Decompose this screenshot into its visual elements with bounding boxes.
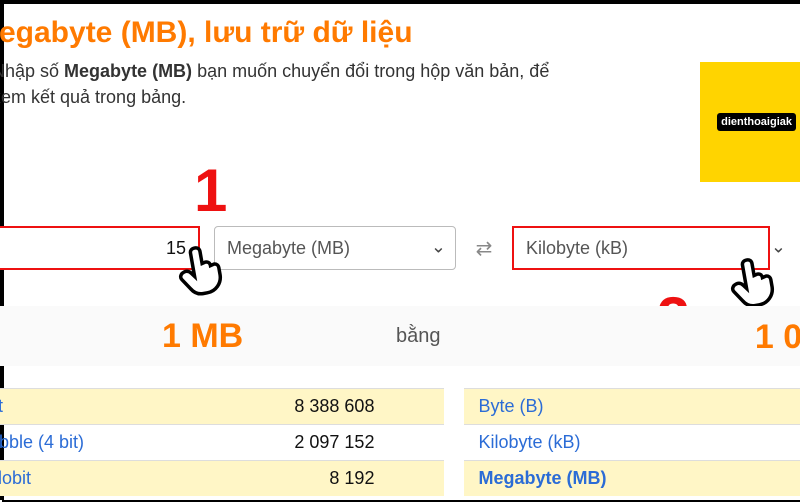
swap-icon[interactable]: ⇄: [470, 234, 498, 262]
callout-marker-1: 1: [194, 156, 227, 225]
brand-label: dienthoaigiak: [717, 113, 796, 131]
unit-link[interactable]: Kilobyte (kB): [464, 432, 580, 453]
unit-link[interactable]: Byte (B): [464, 396, 543, 417]
page-title: Megabyte (MB), lưu trữ dữ liệu: [0, 16, 784, 50]
unit-link[interactable]: Megabyte (MB): [464, 468, 606, 489]
summary-row: 1 MB bằng 1 024: [0, 306, 800, 366]
right-table: Byte (B) Kilobyte (kB) Megabyte (MB): [444, 388, 800, 500]
from-unit-select[interactable]: Megabyte (MB): [214, 226, 456, 270]
summary-left-value: 1 MB: [0, 317, 396, 356]
left-table: Bit 8 388 608 Nibble (4 bit) 2 097 152 K…: [0, 388, 444, 500]
table-row: Megabyte (MB): [464, 460, 800, 496]
unit-link[interactable]: Kilobit: [0, 468, 217, 489]
table-row: Bit 8 388 608: [0, 388, 444, 424]
summary-equals-label: bằng: [396, 325, 441, 348]
table-row: Nibble (4 bit) 2 097 152: [0, 424, 444, 460]
pointer-hand-icon: [722, 248, 787, 313]
unit-link[interactable]: Nibble (4 bit): [0, 432, 217, 453]
unit-value: 2 097 152: [217, 432, 434, 453]
table-row: Kilobit 8 192: [0, 460, 444, 496]
unit-value: 8 192: [217, 468, 434, 489]
subtitle-bold: Megabyte (MB): [64, 61, 192, 81]
converter-controls: Megabyte (MB) ⇄ Kilobyte (kB): [0, 226, 796, 270]
table-row: Byte (B): [464, 388, 800, 424]
results-tables: Bit 8 388 608 Nibble (4 bit) 2 097 152 K…: [0, 388, 800, 500]
unit-value: 8 388 608: [217, 396, 434, 417]
unit-link[interactable]: Bit: [0, 396, 217, 417]
subtitle-prefix: Nhập số: [0, 61, 64, 81]
table-row: Kilobyte (kB): [464, 424, 800, 460]
page-subtitle: Nhập số Megabyte (MB) bạn muốn chuyển đổ…: [0, 58, 552, 110]
brand-banner: dienthoaigiak: [700, 62, 800, 182]
summary-right-value: 1 024: [755, 318, 800, 357]
pointer-hand-icon: [170, 236, 235, 301]
